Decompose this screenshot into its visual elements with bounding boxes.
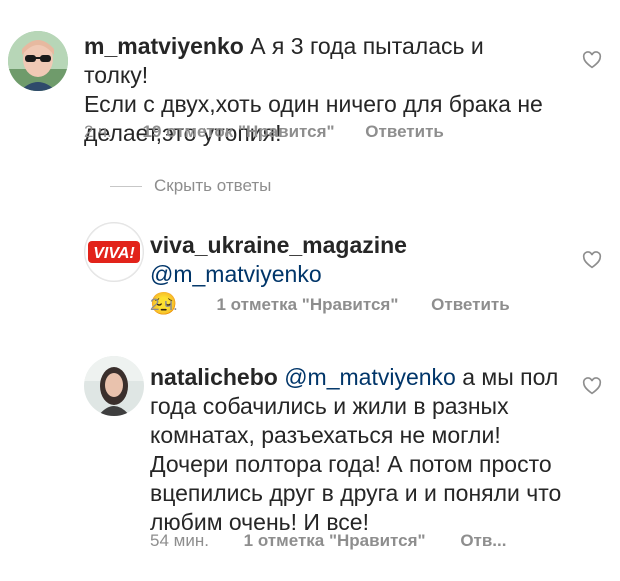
- heart-icon[interactable]: [582, 51, 602, 69]
- reply-username[interactable]: natalichebo: [150, 364, 278, 390]
- reply-button[interactable]: Отв...: [460, 531, 506, 550]
- viva-logo-icon: VIVA!: [84, 222, 144, 282]
- reply-meta: 54 мин. 1 отметка "Нравится" Отв...: [150, 531, 506, 551]
- divider-line: [110, 185, 142, 187]
- reply-button[interactable]: Ответить: [365, 122, 444, 141]
- comment-username[interactable]: m_matviyenko: [84, 33, 244, 59]
- avatar[interactable]: VIVA!: [84, 222, 144, 282]
- comment-likes-count[interactable]: 19 отметок "Нравится": [143, 122, 335, 141]
- mention-link[interactable]: @m_matviyenko: [150, 261, 322, 287]
- hide-replies-button[interactable]: Скрыть ответы: [110, 176, 271, 196]
- avatar[interactable]: [8, 31, 68, 91]
- reply-time: 54 мин.: [150, 531, 209, 550]
- heart-icon[interactable]: [582, 377, 602, 395]
- comment-time: 2 ч.: [84, 122, 112, 141]
- reply-likes-count[interactable]: 1 отметка "Нравится": [217, 295, 399, 314]
- reply-meta: 2 ч. 1 отметка "Нравится" Ответить: [150, 295, 510, 315]
- user-avatar-icon: [84, 356, 144, 416]
- avatar[interactable]: [84, 356, 144, 416]
- heart-icon[interactable]: [582, 251, 602, 269]
- viva-logo-text: VIVA!: [93, 245, 135, 262]
- reply-text-line: вцепились друг в друга и и поняли что: [150, 480, 562, 506]
- comment-text-line: Если с двух,хоть один ничего для брака н…: [84, 91, 543, 117]
- reply-text-line: а мы пол: [455, 364, 559, 390]
- reply-time: 2 ч.: [150, 295, 178, 314]
- reply-text-line: комнатах, разъехаться не могли!: [150, 422, 501, 448]
- reply-button[interactable]: Ответить: [431, 295, 510, 314]
- reply-likes-count[interactable]: 1 отметка "Нравится": [244, 531, 426, 550]
- mention-link[interactable]: @m_matviyenko: [284, 364, 456, 390]
- comment-meta: 2 ч. 19 отметок "Нравится" Ответить: [84, 122, 444, 142]
- reply-text: natalichebo @m_matviyenko а мы пол года …: [150, 363, 570, 537]
- reply-text-line: Дочери полтора года! А потом просто: [150, 451, 552, 477]
- hide-replies-label: Скрыть ответы: [154, 176, 272, 195]
- reply-text-line: года собачились и жили в разных: [150, 393, 509, 419]
- user-avatar-icon: [8, 31, 68, 91]
- reply-username[interactable]: viva_ukraine_magazine: [150, 232, 407, 258]
